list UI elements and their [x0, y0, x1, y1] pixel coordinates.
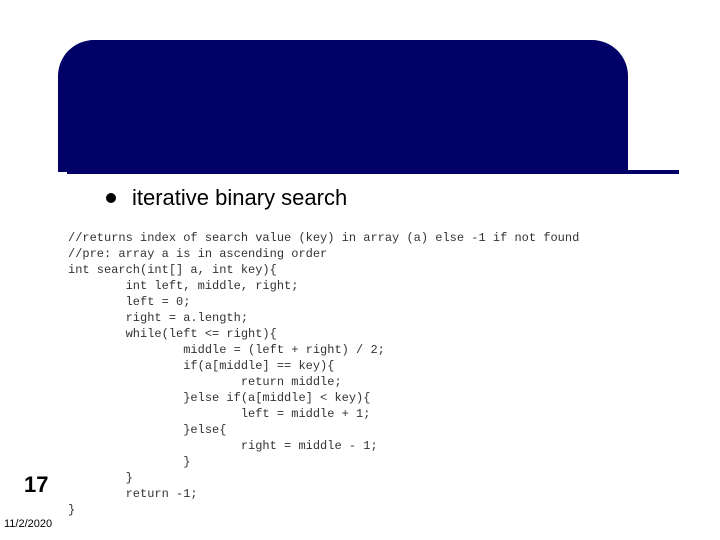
page-number: 17 — [24, 472, 48, 498]
footer-date: 11/2/2020 — [4, 518, 52, 530]
header-banner — [58, 40, 628, 172]
header-divider — [67, 170, 679, 174]
bullet-dot-icon — [106, 193, 116, 203]
slide: iterative binary search //returns index … — [0, 0, 720, 540]
bullet-text: iterative binary search — [132, 186, 347, 210]
code-block: //returns index of search value (key) in… — [68, 230, 708, 518]
bullet-item: iterative binary search — [106, 186, 347, 210]
